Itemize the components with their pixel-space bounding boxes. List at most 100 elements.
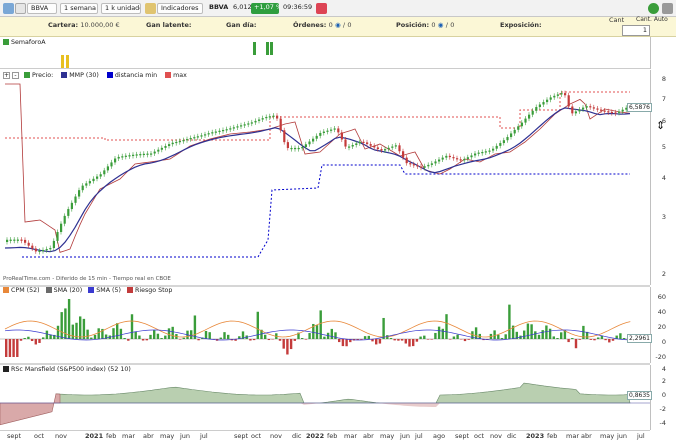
rsc-chart[interactable] xyxy=(0,365,650,430)
oscillator-bar xyxy=(267,339,271,341)
candle xyxy=(60,223,63,232)
oscillator-chart[interactable] xyxy=(0,287,650,363)
candle xyxy=(333,128,336,130)
price-axis[interactable]: 8 7 6 5 4 3 2 ⇕ xyxy=(650,70,676,285)
source-note: ProRealTime.com - Diferido de 15 min - T… xyxy=(3,276,171,282)
eye-icon: ◉ xyxy=(334,21,341,29)
candle xyxy=(459,159,462,161)
candle xyxy=(366,142,369,145)
posicion-field[interactable]: Posición: 0 ◉ / 0 xyxy=(396,21,454,29)
oscillator-bar xyxy=(523,330,526,339)
alarm-icon[interactable] xyxy=(316,3,327,14)
oscillator-bar xyxy=(541,330,544,339)
candle xyxy=(369,144,372,146)
candle xyxy=(193,137,196,139)
indicators-icon[interactable] xyxy=(145,3,156,14)
candle xyxy=(348,146,351,148)
oscillator-bar xyxy=(93,334,97,339)
price-panel: + - Precio: MMP (30) distancia min max P… xyxy=(0,70,676,285)
search-icon[interactable] xyxy=(15,3,26,14)
quote-ticker: BBVA xyxy=(209,3,229,11)
oscillator-bar xyxy=(71,324,74,339)
units-select[interactable]: 1 k unidades xyxy=(101,3,141,14)
candle xyxy=(513,129,516,134)
ordenes-field[interactable]: Órdenes: 0 ◉ / 0 xyxy=(293,21,352,29)
candle xyxy=(34,248,37,252)
oscillator-bar xyxy=(574,339,578,349)
cartera-field: Cartera: 10.000,00 € xyxy=(48,21,120,29)
rsc-negative-area xyxy=(0,393,61,426)
candle xyxy=(276,115,279,119)
candle xyxy=(445,155,448,158)
price-chart[interactable] xyxy=(0,70,650,285)
candle xyxy=(31,245,34,249)
oscillator-bar xyxy=(530,324,533,339)
candle xyxy=(409,163,412,165)
oscillator-axis[interactable]: 60 40 20 0 -20 xyxy=(650,287,676,363)
candle xyxy=(229,128,232,130)
rsc-axis[interactable]: 4 2 0 -2 -4 xyxy=(650,365,676,430)
candle xyxy=(124,155,127,157)
x-axis-label: oct xyxy=(251,432,262,440)
candle xyxy=(578,109,581,112)
oscillator-bar xyxy=(330,328,333,339)
oscillator-bar xyxy=(301,338,304,339)
candle xyxy=(376,147,379,150)
candle xyxy=(117,156,120,159)
candle xyxy=(330,129,333,131)
x-axis-label: sept xyxy=(234,432,249,440)
oscillator-bar xyxy=(608,339,611,343)
oscillator-bar xyxy=(130,314,134,339)
oscillator-bar xyxy=(508,304,511,339)
ticker-select[interactable]: BBVA xyxy=(27,3,57,14)
candle xyxy=(492,148,495,151)
drag-arrows-icon[interactable]: ⇕ xyxy=(656,119,665,132)
candle xyxy=(139,154,142,156)
x-axis-label: abr xyxy=(363,432,374,440)
oscillator-bar xyxy=(589,339,592,340)
oscillator-bar xyxy=(30,339,34,342)
candle xyxy=(434,161,437,164)
candle xyxy=(549,97,552,100)
x-axis-label: may xyxy=(380,432,395,440)
settings-icon[interactable] xyxy=(662,3,673,14)
candle xyxy=(121,156,124,158)
candle xyxy=(88,181,91,184)
dia-field: Gan día: xyxy=(226,21,257,29)
period-select[interactable]: 1 semana xyxy=(60,3,98,14)
candle xyxy=(279,118,282,131)
candle xyxy=(110,162,113,167)
rsc-panel: RSc Mansfield (S&P500 index) (52 10) 4 2… xyxy=(0,365,676,430)
candle xyxy=(405,157,408,164)
candle xyxy=(312,138,315,142)
oscillator-bar xyxy=(341,339,345,347)
oscillator-bar xyxy=(116,323,119,339)
candle xyxy=(582,107,585,110)
oscillator-bar xyxy=(56,325,60,339)
candle xyxy=(430,163,433,165)
candle xyxy=(564,93,567,96)
refresh-icon[interactable] xyxy=(648,3,659,14)
candle xyxy=(340,132,343,140)
oscillator-bar xyxy=(571,338,574,339)
candle xyxy=(610,111,613,114)
candle xyxy=(49,248,52,250)
rsc-negative-area xyxy=(280,403,440,407)
candle xyxy=(474,153,477,156)
oscillator-bar xyxy=(593,339,596,341)
quote-change-badge: +1,07 % xyxy=(251,3,279,14)
oscillator-bar xyxy=(86,329,89,339)
candle xyxy=(175,141,178,144)
quantity-input[interactable]: 1 xyxy=(622,25,650,36)
candle xyxy=(24,239,27,243)
grid-icon[interactable] xyxy=(3,3,14,14)
candle xyxy=(416,165,419,167)
x-axis-label: 2022 xyxy=(306,432,325,440)
candle xyxy=(542,102,545,105)
oscillator-bar xyxy=(360,339,363,340)
candle xyxy=(607,111,610,113)
oscillator-bar xyxy=(227,334,230,339)
candle xyxy=(398,145,401,152)
candle xyxy=(380,149,383,151)
indicators-button[interactable]: Indicadores xyxy=(157,3,203,14)
